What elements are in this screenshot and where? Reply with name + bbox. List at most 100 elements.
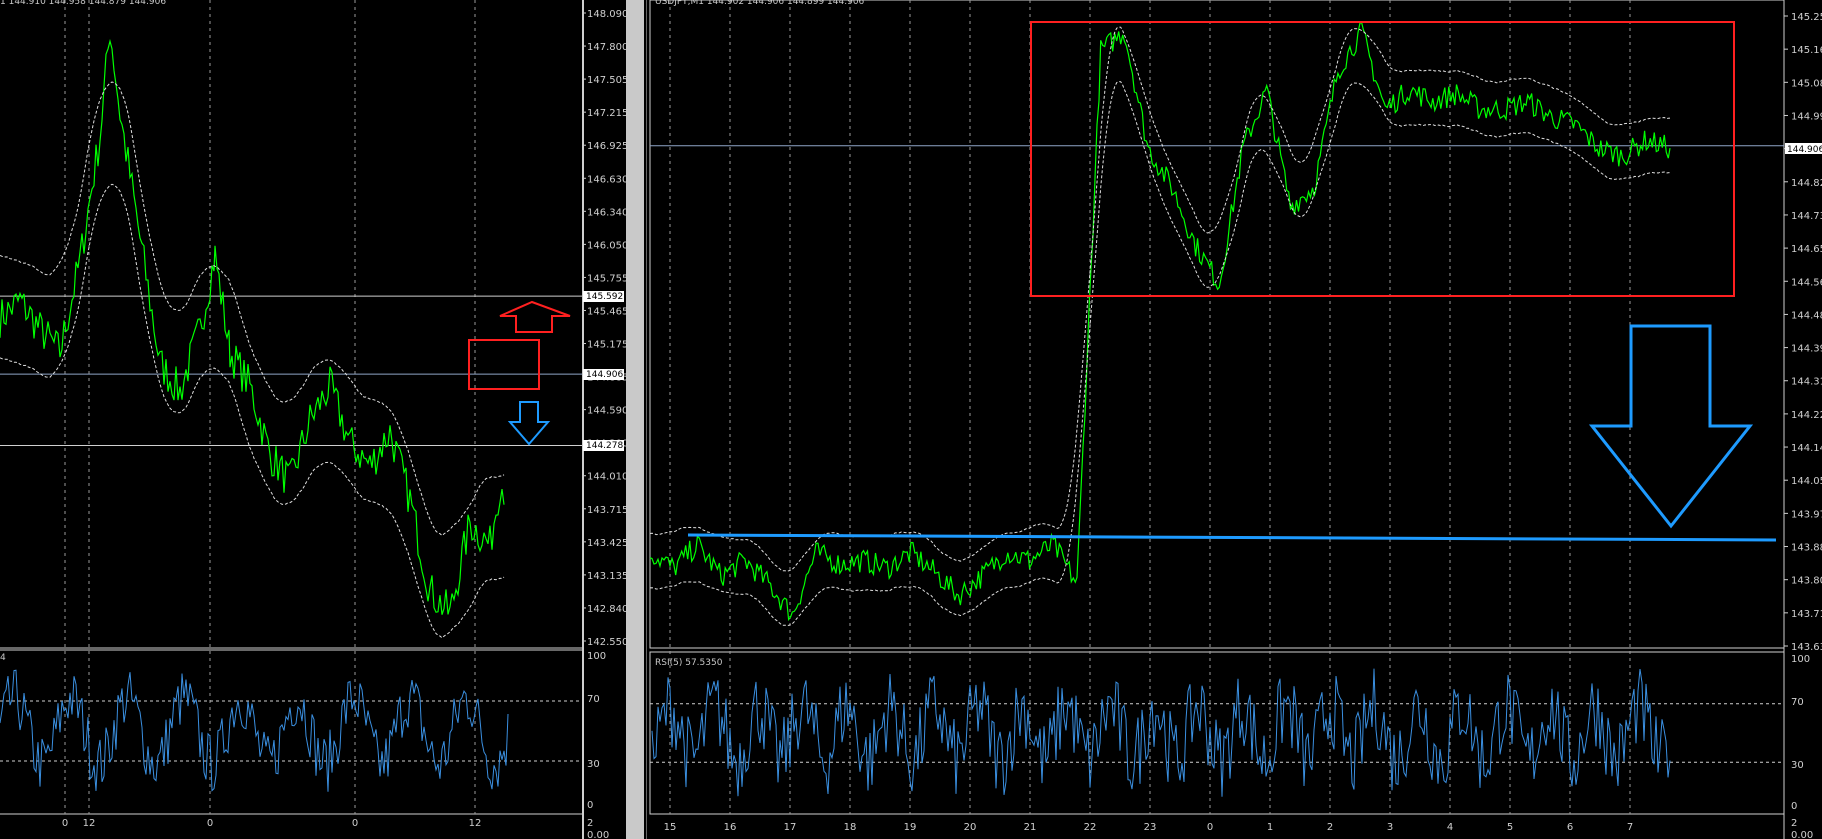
left-y-tick: 146.630 xyxy=(587,174,628,185)
right-x-tick: 18 xyxy=(844,822,857,833)
right-rsi-tick: 30 xyxy=(1791,760,1804,771)
left-rsi-tick: 0 xyxy=(587,800,593,811)
right-y-tick: 144.310 xyxy=(1791,377,1822,388)
right-y-tick: 144.480 xyxy=(1791,310,1822,321)
right-x-tick: 4 xyxy=(1447,822,1453,833)
left-price-tag: 144.278 xyxy=(586,441,623,451)
left-y-tick: 143.715 xyxy=(587,505,628,516)
right-x-tick: 16 xyxy=(724,822,737,833)
right-y-tick: 144.735 xyxy=(1791,211,1822,222)
right-rsi-tick: 70 xyxy=(1791,697,1804,708)
splitter-edge xyxy=(646,0,647,839)
left-axis-border xyxy=(582,0,584,839)
left-bottom-scale-top: 2 xyxy=(587,818,593,829)
left-x-tick: 12 xyxy=(469,818,482,829)
left-y-tick: 142.550 xyxy=(587,637,628,648)
right-y-tick: 145.165 xyxy=(1791,45,1822,56)
right-rsi-header: RSI(5) 57.5350 xyxy=(655,658,723,668)
left-price-line xyxy=(0,38,505,615)
left-y-tick: 147.505 xyxy=(587,75,628,86)
left-x-tick: 12 xyxy=(83,818,96,829)
right-rsi-tick: 0 xyxy=(1791,801,1797,812)
right-bottom-scale-top: 2 xyxy=(1791,818,1797,829)
right-rsi-line xyxy=(651,668,1671,797)
axes: 1 144.910 144.958 144.879 144.906 USDJPY,… xyxy=(0,0,1822,839)
right-x-tick: 3 xyxy=(1387,822,1393,833)
vertical-grid xyxy=(64,0,1631,814)
right-y-tick: 143.800 xyxy=(1791,576,1822,587)
left-rsi-tick: 100 xyxy=(587,651,606,662)
left-price-tag: 144.906 xyxy=(586,370,623,380)
annotations xyxy=(468,21,1777,542)
left-y-tick: 145.755 xyxy=(587,273,628,284)
right-support-line xyxy=(687,533,1777,542)
left-rsi-panel[interactable] xyxy=(0,669,582,792)
left-rsi-header: 4 xyxy=(0,653,6,663)
right-price-header: USDJPY,M1 144.902 144.906 144.899 144.90… xyxy=(655,0,865,7)
window-splitter xyxy=(626,0,644,839)
right-bottom-scale-bottom: 0.00 xyxy=(1791,830,1813,839)
right-y-tick: 144.650 xyxy=(1791,244,1822,255)
right-y-tick: 143.630 xyxy=(1791,642,1822,653)
left-y-tick: 143.135 xyxy=(587,571,628,582)
right-y-tick: 144.140 xyxy=(1791,443,1822,454)
left-price-tag: 145.592 xyxy=(586,292,623,302)
panel-frames xyxy=(0,0,1785,839)
right-y-tick: 143.970 xyxy=(1791,509,1822,520)
left-y-tick: 144.010 xyxy=(587,472,628,483)
right-y-tick: 145.250 xyxy=(1791,12,1822,23)
right-price-tag: 144.906 xyxy=(1787,145,1822,155)
right-y-tick: 144.055 xyxy=(1791,476,1822,487)
right-y-tick: 144.820 xyxy=(1791,178,1822,189)
left-price-header: 1 144.910 144.958 144.879 144.906 xyxy=(0,0,166,7)
left-x-tick: 0 xyxy=(352,818,358,829)
right-y-tick: 143.885 xyxy=(1791,543,1822,554)
left-up-arrow xyxy=(499,300,571,333)
chart-canvas: 1 144.910 144.958 144.879 144.906 USDJPY,… xyxy=(0,0,1822,839)
left-y-tick: 142.840 xyxy=(587,604,628,615)
right-price-border xyxy=(649,0,1785,649)
right-x-tick: 17 xyxy=(784,822,797,833)
right-y-tick: 145.080 xyxy=(1791,78,1822,89)
right-x-tick: 23 xyxy=(1144,822,1157,833)
right-x-tick: 15 xyxy=(664,822,677,833)
right-price-line xyxy=(649,21,1671,622)
left-y-tick: 146.925 xyxy=(587,141,628,152)
right-x-tick: 20 xyxy=(964,822,977,833)
left-down-arrow xyxy=(507,401,551,446)
right-x-tick: 22 xyxy=(1084,822,1097,833)
left-rsi-tick: 30 xyxy=(587,759,600,770)
left-x-tick: 0 xyxy=(207,818,213,829)
right-x-tick: 0 xyxy=(1207,822,1213,833)
right-rsi-panel[interactable] xyxy=(650,668,1784,797)
left-x-tick: 0 xyxy=(62,818,68,829)
right-rsi-tick: 100 xyxy=(1791,654,1810,665)
right-x-tick: 21 xyxy=(1024,822,1037,833)
left-rsi-line xyxy=(0,669,509,792)
right-y-tick: 143.715 xyxy=(1791,609,1822,620)
right-big-down-arrow xyxy=(1588,324,1754,529)
right-x-tick: 5 xyxy=(1507,822,1513,833)
left-y-tick: 147.215 xyxy=(587,108,628,119)
left-y-tick: 146.340 xyxy=(587,207,628,218)
right-lower-envelope xyxy=(649,81,1671,626)
right-x-tick: 19 xyxy=(904,822,917,833)
right-x-tick: 6 xyxy=(1567,822,1573,833)
left-y-tick: 143.425 xyxy=(587,538,628,549)
right-y-tick: 144.565 xyxy=(1791,277,1822,288)
right-x-tick: 1 xyxy=(1267,822,1273,833)
left-rsi-tick: 70 xyxy=(587,694,600,705)
left-y-tick: 148.090 xyxy=(587,9,628,20)
right-y-tick: 144.395 xyxy=(1791,344,1822,355)
left-lower-envelope xyxy=(0,183,505,639)
left-y-tick: 145.465 xyxy=(587,306,628,317)
right-x-tick: 2 xyxy=(1327,822,1333,833)
right-y-tick: 144.225 xyxy=(1791,410,1822,421)
left-highlight-box xyxy=(468,339,540,390)
left-y-tick: 144.590 xyxy=(587,406,628,417)
left-upper-envelope xyxy=(0,81,505,537)
left-y-tick: 145.175 xyxy=(587,340,628,351)
right-y-tick: 144.995 xyxy=(1791,111,1822,122)
left-y-tick: 147.800 xyxy=(587,42,628,53)
right-x-tick: 7 xyxy=(1627,822,1633,833)
